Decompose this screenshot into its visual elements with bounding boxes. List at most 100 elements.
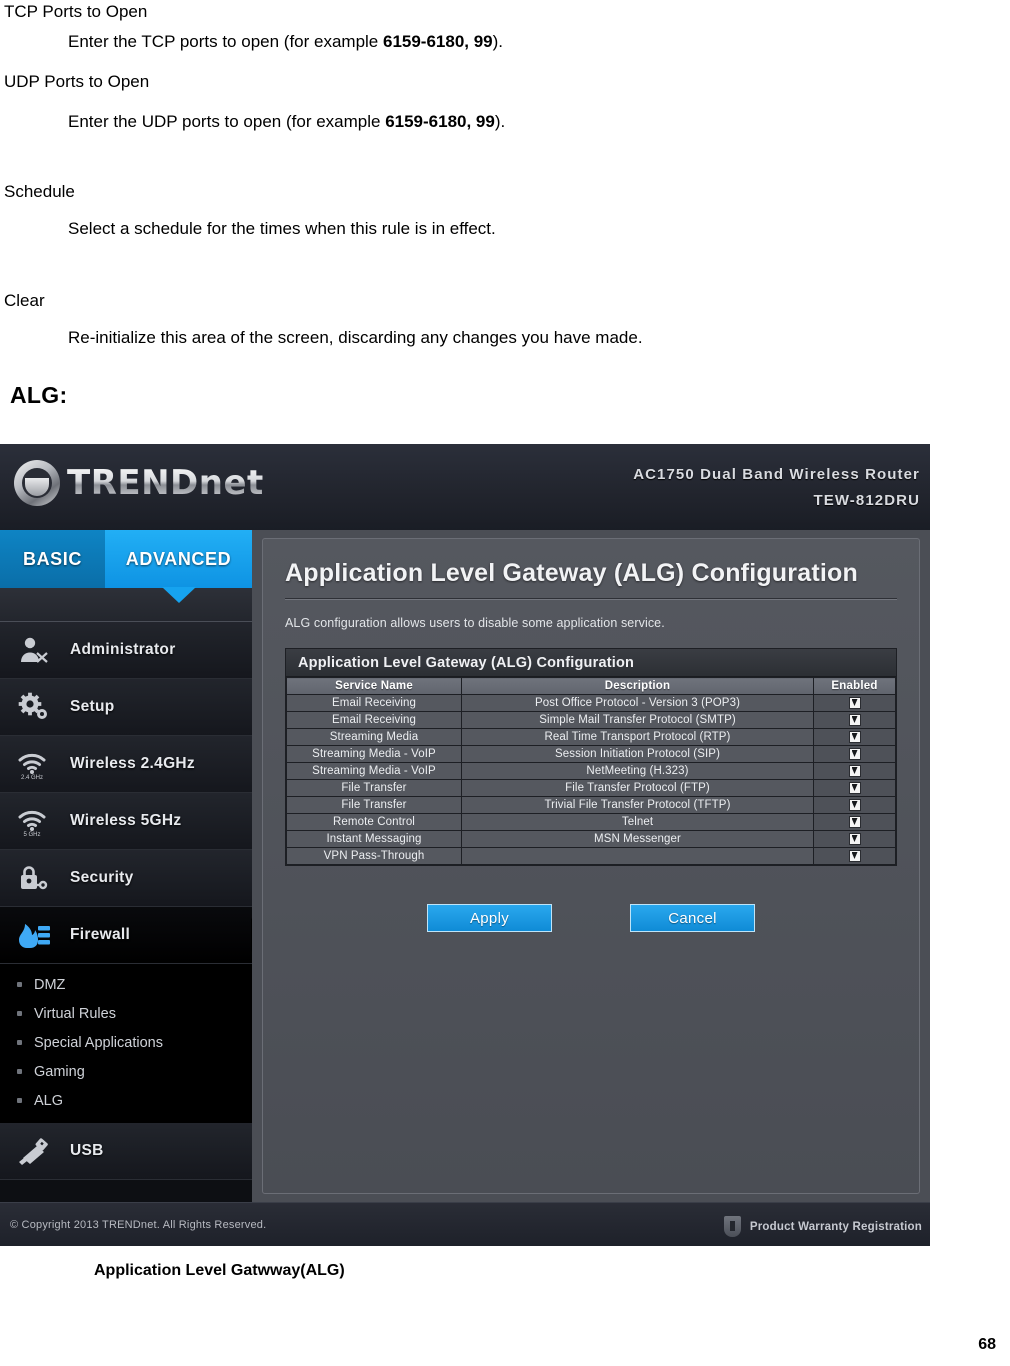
table-row: Instant Messaging MSN Messenger [286,830,896,848]
tab-basic[interactable]: BASIC [0,530,105,588]
manual-description: Enter the UDP ports to open (for example… [68,112,506,131]
sidebar-item-wireless-5ghz[interactable]: 5 GHz Wireless 5GHz [0,793,252,850]
wifi-5ghz-icon: 5 GHz [12,802,56,840]
cell-description: Real Time Transport Protocol (RTP) [461,728,814,746]
sidebar-item-wireless-2-4ghz[interactable]: 2.4 GHz Wireless 2.4GHz [0,736,252,793]
bullet-icon [17,1040,22,1045]
enabled-checkbox[interactable] [848,798,861,811]
table-header-row: Service Name Description Enabled [286,677,896,695]
alg-table-container: Application Level Gateway (ALG) Configur… [285,648,897,866]
cell-description [461,847,814,865]
copyright-text: © Copyright 2013 TRENDnet. All Rights Re… [10,1219,267,1231]
sidebar-subitem-alg[interactable]: ALG [0,1086,252,1115]
bullet-icon [17,1098,22,1103]
cell-enabled [813,694,896,712]
router-body: BASIC ADVANCED Administrator Setup 2.4 GHz… [0,530,930,1202]
column-header-description: Description [461,677,814,695]
trendnet-logo-mark-icon [14,460,60,506]
manual-description: Select a schedule for the times when thi… [68,219,496,238]
cell-service-name: Streaming Media [286,728,462,746]
router-model-number: TEW-812DRU [813,492,920,509]
cell-service-name: Email Receiving [286,694,462,712]
cell-description: Session Initiation Protocol (SIP) [461,745,814,763]
table-row: File Transfer Trivial File Transfer Proto… [286,796,896,814]
sidebar-item-label: Security [70,869,134,886]
cell-enabled [813,847,896,865]
table-row: VPN Pass-Through [286,847,896,865]
lock-key-icon [12,859,56,897]
enabled-checkbox[interactable] [848,781,861,794]
enabled-checkbox[interactable] [848,764,861,777]
alg-service-table: Service Name Description Enabled Email R… [286,677,896,865]
cell-enabled [813,779,896,797]
sidebar-subitem-label: Special Applications [34,1034,163,1051]
table-row: Email Receiving Post Office Protocol - Ve… [286,694,896,712]
cell-description: Simple Mail Transfer Protocol (SMTP) [461,711,814,729]
table-row: Streaming Media Real Time Transport Proto… [286,728,896,746]
cell-description: Telnet [461,813,814,831]
sidebar-subitem-label: ALG [34,1092,64,1109]
cell-service-name: Remote Control [286,813,462,831]
sidebar-sub-list: DMZ Virtual Rules Special Applications Gami… [0,964,252,1123]
sidebar-item-usb[interactable]: USB [0,1123,252,1180]
sidebar-item-administrator[interactable]: Administrator [0,622,252,679]
product-warranty-registration-link[interactable]: Product Warranty Registration [723,1216,922,1237]
cell-description: MSN Messenger [461,830,814,848]
usb-icon [12,1132,56,1170]
cell-service-name: Email Receiving [286,711,462,729]
cell-service-name: Streaming Media - VoIP [286,762,462,780]
sidebar-subitem-label: Gaming [34,1063,85,1080]
sidebar-subitem-dmz[interactable]: DMZ [0,970,252,999]
page-title: Application Level Gateway (ALG) Configur… [285,559,858,587]
enabled-checkbox[interactable] [848,730,861,743]
bullet-icon [17,1069,22,1074]
router-model-info: AC1750 Dual Band Wireless Router TEW-812… [633,462,920,514]
table-row: File Transfer File Transfer Protocol (FTP… [286,779,896,797]
enabled-checkbox[interactable] [848,832,861,845]
cell-enabled [813,711,896,729]
column-header-service-name: Service Name [286,677,462,695]
sidebar-item-security[interactable]: Security [0,850,252,907]
sidebar-tab-divider [0,588,252,622]
enabled-checkbox[interactable] [848,849,861,862]
sidebar-item-label: USB [70,1142,104,1159]
alg-table-title: Application Level Gateway (ALG) Configur… [286,649,896,677]
column-header-enabled: Enabled [813,677,896,695]
svg-text:2.4 GHz: 2.4 GHz [21,775,43,779]
cancel-button[interactable]: Cancel [630,904,755,932]
manual-description: Re-initialize this area of the screen, d… [68,328,643,347]
bullet-icon [17,982,22,987]
sidebar-item-setup[interactable]: Setup [0,679,252,736]
table-row: Email Receiving Simple Mail Transfer Prot… [286,711,896,729]
cell-service-name: Instant Messaging [286,830,462,848]
enabled-checkbox[interactable] [848,713,861,726]
alg-section-heading: ALG: [10,382,68,408]
enabled-checkbox[interactable] [848,696,861,709]
sidebar-mode-tabs: BASIC ADVANCED [0,530,252,588]
sidebar-item-label: Wireless 5GHz [70,812,182,829]
cell-service-name: VPN Pass-Through [286,847,462,865]
manual-term: UDP Ports to Open [4,72,150,91]
gear-icon [12,688,56,726]
manual-term: Schedule [4,182,75,201]
sidebar-item-label: Firewall [70,926,131,943]
cell-enabled [813,728,896,746]
trendnet-logo-text: TRENDnet [67,463,264,503]
firewall-flame-icon [12,916,56,954]
sidebar-subitem-virtual-rules[interactable]: Virtual Rules [0,999,252,1028]
router-header: TRENDnet AC1750 Dual Band Wireless Route… [0,444,930,530]
cell-enabled [813,813,896,831]
sidebar-subitem-special-applications[interactable]: Special Applications [0,1028,252,1057]
tab-advanced[interactable]: ADVANCED [105,530,252,588]
sidebar-item-label: Administrator [70,641,176,658]
cell-description: File Transfer Protocol (FTP) [461,779,814,797]
cell-enabled [813,830,896,848]
enabled-checkbox[interactable] [848,815,861,828]
apply-button[interactable]: Apply [427,904,552,932]
title-divider [285,598,897,600]
sidebar-item-label: Setup [70,698,115,715]
sidebar-item-firewall[interactable]: Firewall [0,907,265,964]
sidebar-subitem-gaming[interactable]: Gaming [0,1057,252,1086]
cell-description: Post Office Protocol - Version 3 (POP3) [461,694,814,712]
enabled-checkbox[interactable] [848,747,861,760]
